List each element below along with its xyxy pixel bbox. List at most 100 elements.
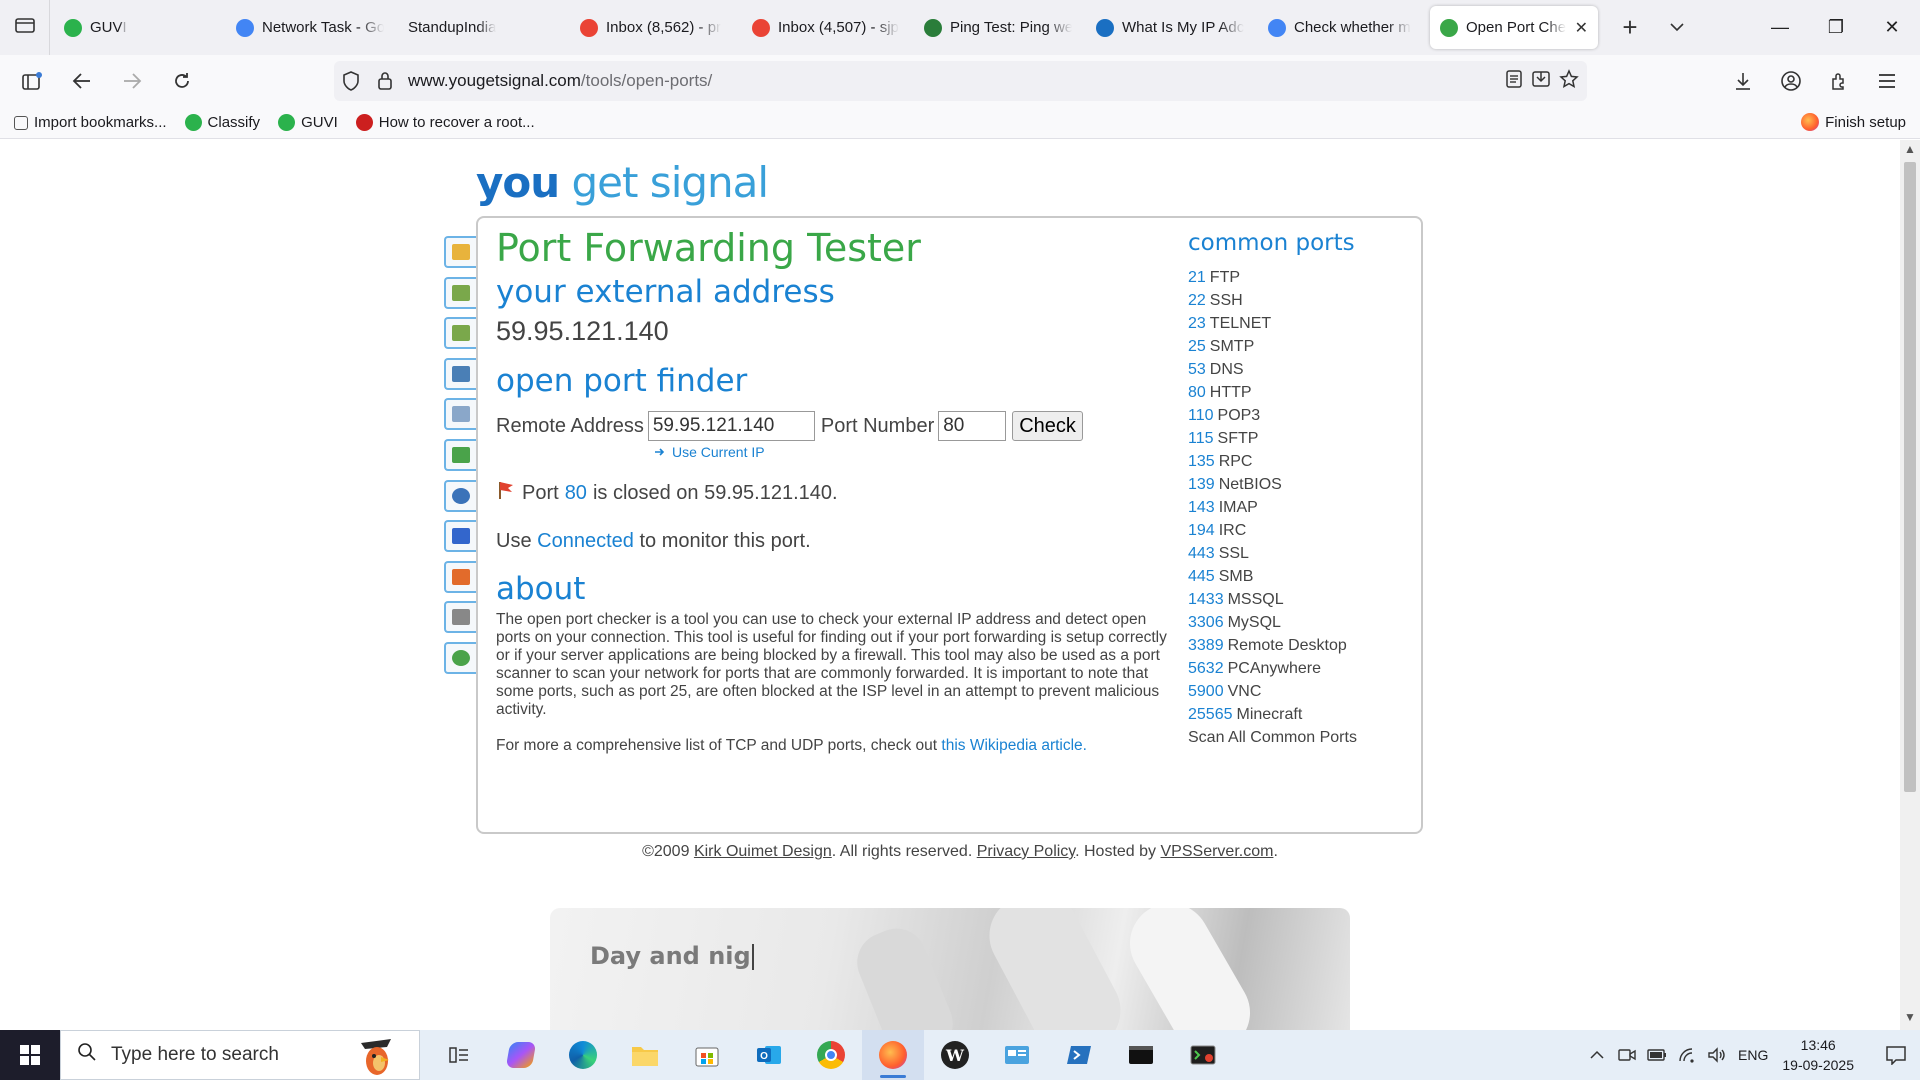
scroll-up-icon[interactable]: ▲ xyxy=(1900,142,1920,160)
common-port-item[interactable]: 22 SSH xyxy=(1188,289,1408,312)
common-port-item[interactable]: 23 TELNET xyxy=(1188,312,1408,335)
common-port-item[interactable]: 443 SSL xyxy=(1188,542,1408,565)
browser-tab[interactable]: Ping Test: Ping we xyxy=(914,6,1082,49)
common-port-item[interactable]: 1433 MSSQL xyxy=(1188,588,1408,611)
list-all-tabs-button[interactable] xyxy=(1662,19,1692,37)
start-button[interactable] xyxy=(0,1030,60,1080)
site-logo[interactable]: you get signal xyxy=(476,158,769,207)
menu-icon[interactable] xyxy=(1864,72,1910,90)
taskbar-search[interactable]: Type here to search xyxy=(60,1030,420,1080)
tool-tab[interactable] xyxy=(444,479,476,512)
terminal-app[interactable] xyxy=(1110,1030,1172,1080)
volume-icon[interactable] xyxy=(1702,1047,1732,1063)
tool-tab[interactable] xyxy=(444,560,476,593)
minimize-button[interactable]: — xyxy=(1752,0,1808,55)
common-port-item[interactable]: 25 SMTP xyxy=(1188,335,1408,358)
bookmark-item[interactable]: How to recover a root... xyxy=(355,114,535,131)
clock[interactable]: 13:46 19-09-2025 xyxy=(1782,1035,1854,1075)
restore-button[interactable]: ❐ xyxy=(1808,0,1864,55)
page-scrollbar[interactable]: ▲ ▼ xyxy=(1900,140,1920,1030)
browser-tab[interactable]: Open Port Che ✕ xyxy=(1430,6,1598,49)
wikipedia-link[interactable]: this Wikipedia article. xyxy=(941,737,1087,754)
reload-button[interactable] xyxy=(160,61,204,101)
author-link[interactable]: Kirk Ouimet Design xyxy=(694,843,832,860)
control-panel-app[interactable] xyxy=(986,1030,1048,1080)
store-app[interactable] xyxy=(676,1030,738,1080)
url-text[interactable]: www.yougetsignal.com/tools/open-ports/ xyxy=(408,71,712,91)
sidebar-button[interactable] xyxy=(10,61,54,101)
wordpress-app[interactable]: W xyxy=(924,1030,986,1080)
powershell-app[interactable] xyxy=(1048,1030,1110,1080)
new-tab-button[interactable]: + xyxy=(1612,12,1648,43)
common-port-item[interactable]: 25565 Minecraft xyxy=(1188,703,1408,726)
common-port-item[interactable]: 143 IMAP xyxy=(1188,496,1408,519)
tool-tab[interactable] xyxy=(444,357,476,390)
scroll-down-icon[interactable]: ▼ xyxy=(1900,1010,1920,1028)
meet-now-icon[interactable] xyxy=(1612,1047,1642,1063)
back-button[interactable] xyxy=(60,61,104,101)
common-port-item[interactable]: 21 FTP xyxy=(1188,266,1408,289)
common-port-item[interactable]: 3389 Remote Desktop xyxy=(1188,634,1408,657)
outlook-app[interactable]: O xyxy=(738,1030,800,1080)
common-port-item[interactable]: 3306 MySQL xyxy=(1188,611,1408,634)
tool-tab[interactable] xyxy=(444,438,476,471)
save-to-pocket-icon[interactable] xyxy=(1531,69,1551,94)
account-icon[interactable] xyxy=(1768,70,1814,92)
check-button[interactable]: Check xyxy=(1012,411,1083,441)
tool-tab[interactable] xyxy=(444,236,476,268)
common-port-item[interactable]: 135 RPC xyxy=(1188,450,1408,473)
bookmark-star-icon[interactable] xyxy=(1559,68,1579,94)
browser-tab[interactable]: Network Task - Go xyxy=(226,6,394,49)
bookmark-item[interactable]: Classify xyxy=(184,114,260,131)
privacy-policy-link[interactable]: Privacy Policy xyxy=(977,843,1075,860)
close-tab-icon[interactable]: ✕ xyxy=(1575,18,1588,38)
tab-list-button[interactable] xyxy=(0,0,50,55)
common-port-item[interactable]: 5632 PCAnywhere xyxy=(1188,657,1408,680)
remote-app[interactable] xyxy=(1172,1030,1234,1080)
browser-tab[interactable]: StandupIndia xyxy=(398,6,566,49)
extensions-icon[interactable] xyxy=(1816,71,1862,91)
scrollbar-thumb[interactable] xyxy=(1904,162,1916,792)
common-port-item[interactable]: 115 SFTP xyxy=(1188,427,1408,450)
common-port-item[interactable]: 53 DNS xyxy=(1188,358,1408,381)
battery-icon[interactable] xyxy=(1642,1049,1672,1061)
wifi-icon[interactable] xyxy=(1672,1047,1702,1063)
browser-tab[interactable]: GUVI xyxy=(54,6,222,49)
downloads-icon[interactable] xyxy=(1720,71,1766,91)
chevron-up-icon[interactable] xyxy=(1582,1050,1612,1060)
remote-address-input[interactable] xyxy=(647,411,815,441)
lock-icon[interactable] xyxy=(368,71,402,91)
task-view-button[interactable] xyxy=(428,1030,490,1080)
common-port-item[interactable]: 194 IRC xyxy=(1188,519,1408,542)
tool-tab[interactable] xyxy=(444,398,476,431)
browser-tab[interactable]: Inbox (4,507) - sjp xyxy=(742,6,910,49)
address-bar[interactable]: www.yougetsignal.com/tools/open-ports/ xyxy=(334,61,1587,101)
forward-button[interactable] xyxy=(110,61,154,101)
scan-all-link[interactable]: Scan All Common Ports xyxy=(1188,726,1408,749)
bookmark-item[interactable]: GUVI xyxy=(278,114,338,131)
port-number-input[interactable] xyxy=(938,411,1007,441)
tool-tab[interactable] xyxy=(444,276,476,309)
browser-tab[interactable]: What Is My IP Adc xyxy=(1086,6,1254,49)
firefox-app[interactable] xyxy=(862,1030,924,1080)
use-current-ip-link[interactable]: Use Current IP xyxy=(654,444,1176,460)
common-port-item[interactable]: 5900 VNC xyxy=(1188,680,1408,703)
notifications-icon[interactable] xyxy=(1872,1045,1920,1065)
copilot-app[interactable] xyxy=(490,1030,552,1080)
close-window-button[interactable]: ✕ xyxy=(1864,0,1920,55)
language-indicator[interactable]: ENG xyxy=(1738,1047,1768,1063)
finish-setup-button[interactable]: Finish setup xyxy=(1801,113,1906,131)
bookmark-item[interactable]: Import bookmarks... xyxy=(14,114,167,131)
shield-icon[interactable] xyxy=(334,71,368,91)
file-explorer-app[interactable] xyxy=(614,1030,676,1080)
common-port-item[interactable]: 445 SMB xyxy=(1188,565,1408,588)
common-port-item[interactable]: 80 HTTP xyxy=(1188,381,1408,404)
host-link[interactable]: VPSServer.com xyxy=(1161,843,1274,860)
tool-tab[interactable] xyxy=(444,601,476,634)
reader-view-icon[interactable] xyxy=(1505,69,1523,94)
browser-tab[interactable]: Inbox (8,562) - pr xyxy=(570,6,738,49)
common-port-item[interactable]: 110 POP3 xyxy=(1188,404,1408,427)
advertisement-banner[interactable]: Day and nig xyxy=(550,908,1350,1030)
tool-tab[interactable] xyxy=(444,641,476,674)
browser-tab[interactable]: Check whether m xyxy=(1258,6,1426,49)
